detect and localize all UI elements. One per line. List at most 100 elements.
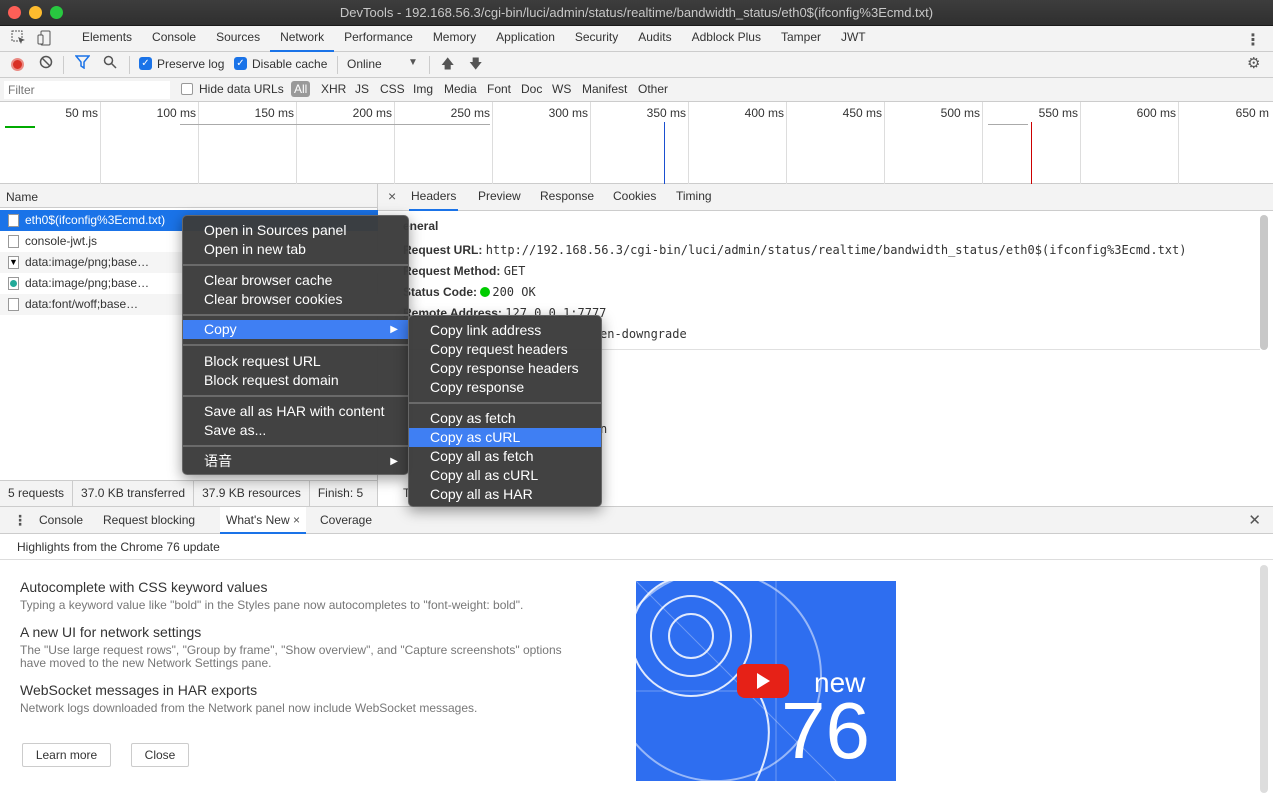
grid-line	[590, 102, 591, 184]
tab-adblock-plus[interactable]: Adblock Plus	[682, 26, 771, 52]
chevron-down-icon[interactable]: ▼	[408, 57, 418, 68]
whats-new-header: Highlights from the Chrome 76 update	[0, 534, 1273, 560]
menu-separator	[183, 314, 408, 316]
menu-item-copy-all-as-har[interactable]: Copy all as HAR	[409, 485, 601, 504]
tab-console[interactable]: Console	[142, 26, 206, 52]
network-overview[interactable]: 50 ms 100 ms 150 ms 200 ms 250 ms 300 ms…	[0, 102, 1273, 184]
type-filter-xhr[interactable]: XHR	[321, 82, 346, 96]
menu-item-copy-link-address[interactable]: Copy link address	[409, 321, 601, 340]
status-code-value: 200 OK	[492, 285, 536, 299]
menu-item-speech[interactable]: 语音 ▶	[183, 452, 408, 471]
tab-sources[interactable]: Sources	[206, 26, 270, 52]
more-options-icon[interactable]: ⋮	[1245, 30, 1261, 50]
request-name: data:image/png;base…	[25, 276, 150, 290]
type-filter-css[interactable]: CSS	[380, 82, 405, 96]
network-status-bar: 5 requests 37.0 KB transferred 37.9 KB r…	[0, 480, 378, 506]
menu-item-copy-response-headers[interactable]: Copy response headers	[409, 359, 601, 378]
tab-memory[interactable]: Memory	[423, 26, 486, 52]
tab-headers[interactable]: Headers	[409, 184, 459, 211]
type-filter-media[interactable]: Media	[444, 82, 477, 96]
name-column-header[interactable]: Name	[0, 184, 378, 208]
menu-item-copy-as-fetch[interactable]: Copy as fetch	[409, 409, 601, 428]
feature-description: The "Use large request rows", "Group by …	[20, 643, 562, 670]
search-icon[interactable]	[103, 55, 117, 73]
import-har-icon[interactable]: 🡅	[441, 55, 454, 73]
tab-timing[interactable]: Timing	[674, 184, 714, 211]
tab-cookies[interactable]: Cookies	[611, 184, 658, 211]
menu-item-copy[interactable]: Copy ▶	[183, 320, 408, 339]
preserve-log-checkbox[interactable]: ✓	[139, 57, 152, 70]
menu-item-open-in-new-tab[interactable]: Open in new tab	[183, 240, 408, 259]
type-filter-img[interactable]: Img	[413, 82, 433, 96]
menu-item-save-har[interactable]: Save all as HAR with content	[183, 402, 408, 421]
menu-item-open-in-sources[interactable]: Open in Sources panel	[183, 221, 408, 240]
request-detail-tabs: × Headers Preview Response Cookies Timin…	[378, 184, 1273, 211]
tab-audits[interactable]: Audits	[628, 26, 681, 52]
tab-application[interactable]: Application	[486, 26, 565, 52]
menu-item-save-as[interactable]: Save as...	[183, 421, 408, 440]
load-event-line	[1031, 122, 1032, 184]
type-filter-all[interactable]: All	[291, 81, 311, 97]
menu-item-clear-cache[interactable]: Clear browser cache	[183, 271, 408, 290]
menu-item-copy-response[interactable]: Copy response	[409, 378, 601, 397]
tab-preview[interactable]: Preview	[476, 184, 523, 211]
menu-item-copy-as-curl[interactable]: Copy as cURL	[409, 428, 601, 447]
device-toolbar-icon[interactable]	[36, 30, 54, 48]
toolbar-divider	[337, 56, 338, 74]
tab-security[interactable]: Security	[565, 26, 628, 52]
export-har-icon[interactable]: 🡇	[469, 55, 482, 73]
request-name: console-jwt.js	[25, 234, 98, 248]
chrome-76-video-banner[interactable]: new 76	[636, 581, 896, 781]
drawer-tab-request-blocking[interactable]: Request blocking	[103, 507, 195, 534]
type-filter-manifest[interactable]: Manifest	[582, 82, 627, 96]
tick-label: 500 ms	[940, 106, 980, 120]
menu-separator	[183, 344, 408, 346]
menu-item-block-url[interactable]: Block request URL	[183, 352, 408, 371]
tab-response[interactable]: Response	[538, 184, 596, 211]
menu-item-block-domain[interactable]: Block request domain	[183, 371, 408, 390]
close-button[interactable]: Close	[131, 743, 189, 767]
filter-input[interactable]	[4, 81, 170, 99]
request-method-label: Request Method:	[403, 264, 501, 278]
type-filter-js[interactable]: JS	[355, 82, 369, 96]
type-filter-ws[interactable]: WS	[552, 82, 571, 96]
headers-scrollbar[interactable]	[1260, 215, 1268, 350]
close-detail-icon[interactable]: ×	[386, 184, 398, 211]
throttling-select[interactable]: Online	[347, 57, 382, 71]
toolbar-divider	[129, 56, 130, 74]
menu-item-clear-cookies[interactable]: Clear browser cookies	[183, 290, 408, 309]
grid-line	[296, 102, 297, 184]
tab-performance[interactable]: Performance	[334, 26, 423, 52]
type-filter-other[interactable]: Other	[638, 82, 668, 96]
grid-line	[1080, 102, 1081, 184]
disable-cache-checkbox[interactable]: ✓	[234, 57, 247, 70]
tab-jwt[interactable]: JWT	[831, 26, 876, 52]
close-tab-icon[interactable]: ×	[293, 513, 300, 527]
referrer-policy-value: en-downgrade	[600, 327, 687, 341]
type-filter-doc[interactable]: Doc	[521, 82, 542, 96]
record-button[interactable]	[11, 58, 24, 71]
tab-tamper[interactable]: Tamper	[771, 26, 831, 52]
tick-label: 300 ms	[548, 106, 588, 120]
drawer-menu-icon[interactable]: ⋮	[13, 507, 27, 534]
settings-gear-icon[interactable]: ⚙	[1247, 55, 1260, 73]
inspect-element-icon[interactable]	[10, 30, 28, 48]
hide-data-urls-checkbox[interactable]	[181, 83, 193, 95]
type-filter-font[interactable]: Font	[487, 82, 511, 96]
tab-network[interactable]: Network	[270, 26, 335, 52]
drawer-tab-coverage[interactable]: Coverage	[320, 507, 372, 534]
filter-icon[interactable]	[74, 55, 91, 73]
menu-item-copy-all-as-curl[interactable]: Copy all as cURL	[409, 466, 601, 485]
network-toolbar: ✓ Preserve log ✓ Disable cache Online ▼ …	[0, 52, 1273, 78]
transferred-size: 37.0 KB transferred	[73, 481, 195, 506]
learn-more-button[interactable]: Learn more	[22, 743, 111, 767]
tab-elements[interactable]: Elements	[72, 26, 142, 52]
close-drawer-icon[interactable]: ✕	[1248, 511, 1261, 529]
drawer-tab-whats-new[interactable]: What's New ×	[220, 507, 306, 534]
menu-item-copy-request-headers[interactable]: Copy request headers	[409, 340, 601, 359]
clear-icon[interactable]	[39, 55, 53, 73]
menu-item-copy-all-as-fetch[interactable]: Copy all as fetch	[409, 447, 601, 466]
request-bar	[5, 126, 35, 128]
whats-new-scrollbar[interactable]	[1260, 565, 1268, 793]
drawer-tab-console[interactable]: Console	[39, 507, 83, 534]
